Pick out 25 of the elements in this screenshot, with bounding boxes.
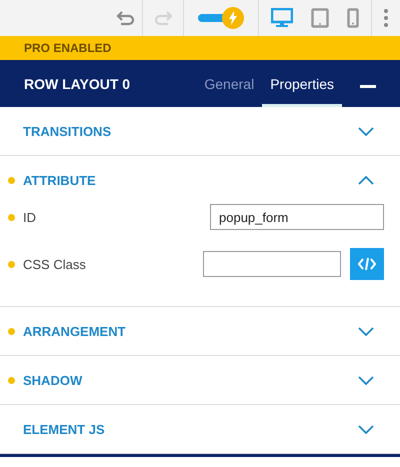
section-title: ELEMENT JS	[23, 422, 106, 436]
panel-title: ROW LAYOUT 0	[24, 76, 132, 92]
section-title: ATTRIBUTE	[23, 172, 97, 188]
text-field[interactable]: popup_form	[210, 204, 384, 230]
pro-enabled-label: PRO ENABLED	[24, 41, 112, 55]
section-title: SHADOW	[23, 372, 84, 388]
desktop-icon	[271, 8, 293, 28]
section-title: TRANSITIONS	[23, 124, 112, 138]
lightning-icon	[228, 11, 238, 25]
field-label: ID	[23, 210, 37, 224]
device-button[interactable]	[347, 8, 359, 28]
tab[interactable]: General	[196, 60, 262, 107]
field-label: CSS Class	[23, 256, 87, 272]
undo-button[interactable]	[116, 10, 136, 26]
device-button[interactable]	[271, 8, 293, 28]
tab[interactable]: Properties	[262, 60, 342, 107]
code-icon	[358, 257, 376, 271]
more-icon[interactable]	[384, 9, 388, 27]
text-field[interactable]	[203, 251, 341, 277]
phone-icon	[347, 8, 359, 28]
section-title: ARRANGEMENT	[23, 324, 127, 338]
code-button[interactable]	[350, 248, 384, 280]
device-button[interactable]	[311, 8, 329, 28]
tablet-icon	[311, 8, 329, 28]
pro-toggle[interactable]	[196, 7, 246, 29]
